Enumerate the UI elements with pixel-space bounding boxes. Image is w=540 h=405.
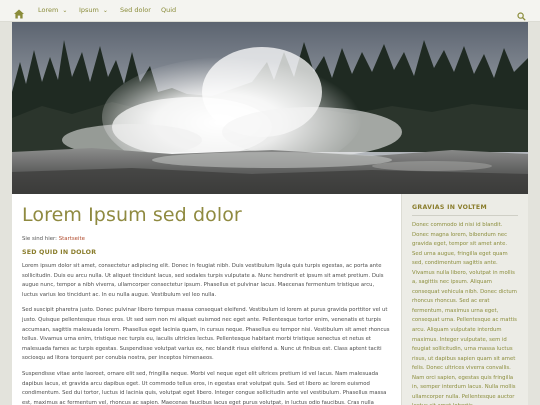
- paragraph: Suspendisse vitae ante laoreet, ornare e…: [22, 370, 387, 405]
- chevron-down-icon: ⌄: [102, 7, 108, 14]
- breadcrumb: Sie sind hier: Startseite: [22, 236, 391, 242]
- page-title: Lorem Ipsum sed dolor: [22, 204, 242, 226]
- nav-item-label: Ipsum: [79, 6, 99, 14]
- hero-image: [12, 22, 528, 194]
- paragraph: Sed suscipit pharetra justo. Donec pulvi…: [22, 307, 390, 362]
- breadcrumb-prefix: Sie sind hier:: [22, 236, 59, 242]
- paragraph: Lorem ipsum dolor sit amet, consectetur …: [22, 263, 384, 298]
- breadcrumb-link-home[interactable]: Startseite: [59, 236, 85, 242]
- sidebar-title: GRAVIAS IN VOLTEM: [412, 204, 487, 211]
- section-title: SED QUID IN DOLOR: [22, 249, 97, 256]
- nav-item-quid[interactable]: Quid: [161, 6, 176, 14]
- sidebar: GRAVIAS IN VOLTEM Donec commodo id nisi …: [401, 194, 528, 405]
- nav-item-label: Lorem: [38, 6, 59, 14]
- top-navigation: Lorem ⌄ Ipsum ⌄ Sed dolor Quid: [0, 0, 540, 22]
- sidebar-text: Donec commodo id nisi id blandit. Donec …: [412, 222, 517, 405]
- search-icon[interactable]: [517, 6, 526, 21]
- chevron-down-icon: ⌄: [62, 7, 68, 14]
- nav-item-lorem[interactable]: Lorem ⌄: [38, 6, 67, 14]
- main-content: Lorem Ipsum sed dolor Sie sind hier: Sta…: [12, 194, 401, 405]
- home-icon[interactable]: [13, 5, 25, 19]
- divider: [412, 215, 518, 216]
- nav-item-sed-dolor[interactable]: Sed dolor: [120, 6, 151, 14]
- nav-item-ipsum[interactable]: Ipsum ⌄: [79, 6, 108, 14]
